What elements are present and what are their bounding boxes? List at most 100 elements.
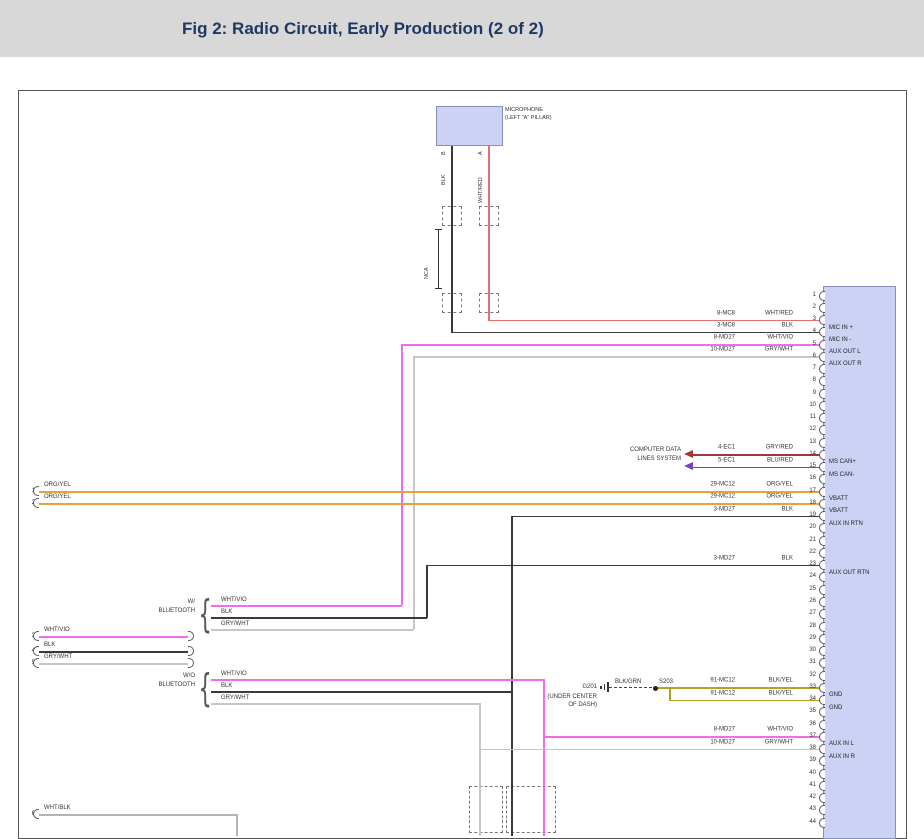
ground-symbol-icon bbox=[600, 686, 602, 689]
wire-color-label: WHT/RED bbox=[739, 310, 793, 317]
pin-row: 22 bbox=[795, 547, 829, 557]
microphone-label-line2: (LEFT "A" PILLAR) bbox=[505, 115, 552, 122]
wire-grywht-auxin-v bbox=[479, 703, 481, 836]
pin-function-row: AUX OUT RTN bbox=[829, 561, 869, 579]
brace-icon bbox=[198, 669, 211, 707]
pin-row: 26 bbox=[795, 597, 829, 607]
pin-row: 29 bbox=[795, 633, 829, 643]
pin-number: 12 bbox=[795, 426, 816, 433]
pin-number: 31 bbox=[795, 659, 816, 666]
with-bluetooth-label-line2: BLUETOOTH bbox=[115, 608, 195, 615]
pin-number: 14 bbox=[795, 451, 816, 458]
pin-row: 33 bbox=[795, 682, 829, 692]
pin-row: 19 bbox=[795, 511, 829, 521]
pin-socket-icon bbox=[819, 511, 825, 521]
circuit-id-label: 8-MD27 bbox=[671, 335, 735, 342]
wire-wobt-grywht bbox=[211, 703, 480, 705]
figure-title-bar: Fig 2: Radio Circuit, Early Production (… bbox=[0, 0, 924, 57]
wire-label-row: 29-MC12 ORG/YEL bbox=[19, 482, 823, 490]
inline-connector-dashed bbox=[506, 786, 556, 833]
wire-pin18-orgyel bbox=[39, 503, 821, 505]
connector-arc-icon bbox=[188, 631, 194, 641]
circuit-id-label: 4-EC1 bbox=[671, 445, 735, 452]
pin-row: 2 bbox=[795, 302, 829, 312]
wire-pin4-blk bbox=[451, 332, 821, 334]
pin-row: 1 bbox=[795, 290, 829, 300]
wire-color-label: GRY/WHT bbox=[739, 739, 793, 746]
wire-color-label: WHT/VIO bbox=[739, 727, 793, 734]
pin-number: 39 bbox=[795, 757, 816, 764]
pin-number: 24 bbox=[795, 573, 816, 580]
microphone-connector bbox=[436, 106, 503, 146]
pin-socket-icon bbox=[819, 744, 825, 754]
pin-row: 9 bbox=[795, 388, 829, 398]
pin-socket-icon bbox=[819, 401, 825, 411]
wire-pin37-whtvio bbox=[543, 736, 821, 738]
wire-pin38-grywht bbox=[479, 749, 821, 751]
pin-number: 8 bbox=[795, 377, 816, 384]
pin-socket-icon bbox=[819, 340, 825, 350]
pin-function-label: MS CAN- bbox=[829, 472, 854, 478]
pin-number: 19 bbox=[795, 512, 816, 519]
wire-stub3-whtvio bbox=[39, 636, 189, 638]
wbt-wire3-label: GRY/WHT bbox=[221, 621, 249, 628]
pin-row: 30 bbox=[795, 646, 829, 656]
wire-pin5-whtvio bbox=[401, 344, 821, 346]
pin-row: 7 bbox=[795, 364, 829, 374]
connector-arc-icon bbox=[188, 646, 194, 656]
pin-number: 4 bbox=[795, 328, 816, 335]
pin-socket-icon bbox=[819, 646, 825, 656]
pin-row: 16 bbox=[795, 474, 829, 484]
wire-color-label: BLK bbox=[739, 555, 793, 562]
wire-whtvio-trunk-v bbox=[401, 344, 403, 605]
pin-socket-icon bbox=[819, 707, 825, 717]
pin-socket-icon bbox=[819, 548, 825, 558]
pin-number: 25 bbox=[795, 586, 816, 593]
pin-socket-icon bbox=[819, 609, 825, 619]
stub-label: WHT/BLK bbox=[44, 805, 71, 812]
pin-number: 34 bbox=[795, 696, 816, 703]
pin-row: 4 bbox=[795, 327, 829, 337]
circuit-id-label: 10-MD27 bbox=[671, 347, 735, 354]
pin-socket-icon bbox=[819, 793, 825, 803]
pin-function-label: AUX IN RTN bbox=[829, 521, 863, 527]
pin-row: 11 bbox=[795, 413, 829, 423]
pin-number: 5 bbox=[795, 341, 816, 348]
stub-label: WHT/VIO bbox=[44, 627, 70, 634]
pin-socket-icon bbox=[819, 634, 825, 644]
circuit-id-label: 91-MC12 bbox=[671, 678, 735, 685]
pin-row: 3 bbox=[795, 315, 829, 325]
pin-number: 32 bbox=[795, 672, 816, 679]
circuit-id-label: 8-MC8 bbox=[671, 310, 735, 317]
pin-row: 35 bbox=[795, 707, 829, 717]
pin-number: 2 bbox=[795, 304, 816, 311]
figure-title: Fig 2: Radio Circuit, Early Production (… bbox=[0, 0, 924, 57]
wire-stub5-grywht bbox=[39, 663, 189, 665]
pin-row: 18 bbox=[795, 498, 829, 508]
wire-label-row: 4-EC1 GRY/RED bbox=[19, 445, 823, 453]
stub-label: BLK bbox=[44, 642, 55, 649]
wire-label-row: 3-MD27 BLK bbox=[19, 555, 823, 563]
circuit-id-label: 5-EC1 bbox=[671, 457, 735, 464]
pin-socket-icon bbox=[819, 683, 825, 693]
wire-pin3-whtred bbox=[488, 320, 821, 322]
nca-bracket-line bbox=[438, 229, 439, 289]
pin-row: 10 bbox=[795, 400, 829, 410]
pin-number: 44 bbox=[795, 819, 816, 826]
wire-label-row: 91-MC12 BLK/YEL bbox=[19, 678, 823, 686]
pin-row: 20 bbox=[795, 523, 829, 533]
pin-socket-icon bbox=[819, 413, 825, 423]
connector-arc-icon bbox=[33, 631, 39, 641]
pin-row: 28 bbox=[795, 621, 829, 631]
pin-row: 23 bbox=[795, 560, 829, 570]
pin-number: 28 bbox=[795, 623, 816, 630]
brace-icon bbox=[198, 595, 211, 633]
nca-bracket-tick-bottom bbox=[435, 288, 442, 289]
pin-row: 21 bbox=[795, 535, 829, 545]
nca-bracket-tick-top bbox=[435, 229, 442, 230]
pin-function-label: AUX IN R bbox=[829, 754, 855, 760]
pin-socket-icon bbox=[819, 732, 825, 742]
pin-number: 13 bbox=[795, 439, 816, 446]
wire-color-label: GRY/RED bbox=[739, 445, 793, 452]
pin-number: 6 bbox=[795, 353, 816, 360]
